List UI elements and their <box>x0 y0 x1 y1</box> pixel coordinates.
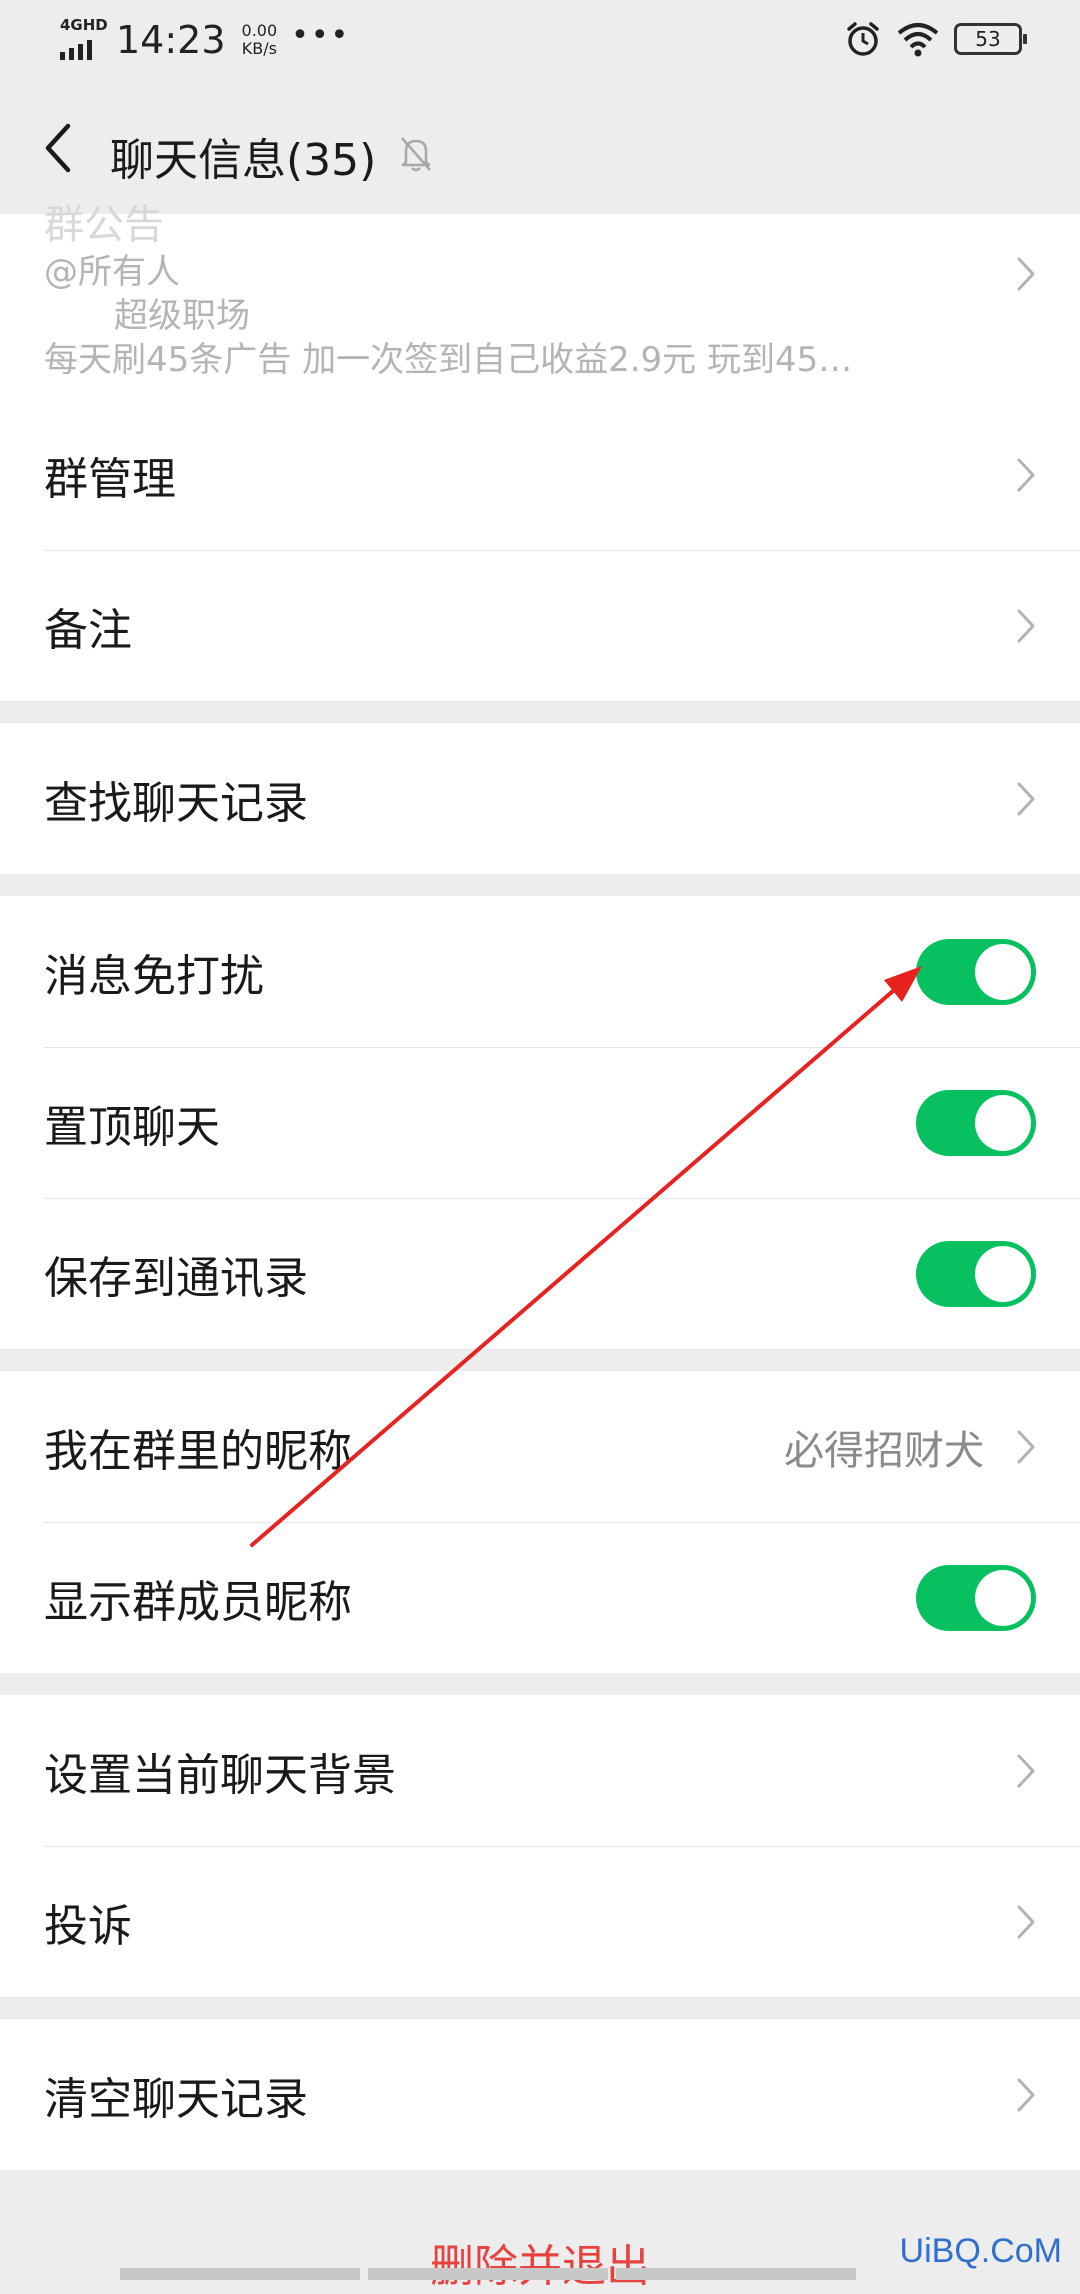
my-nickname-value: 必得招财犬 <box>784 1427 984 1474</box>
section-gap <box>0 1997 1080 2019</box>
group-manage-row[interactable]: 群管理 <box>0 399 1080 550</box>
announcement-line-1: @所有人 <box>44 252 180 292</box>
my-nickname-row[interactable]: 我在群里的昵称 必得招财犬 <box>0 1371 1080 1522</box>
search-section: 查找聊天记录 <box>0 723 1080 874</box>
chevron-right-icon <box>1017 458 1035 491</box>
chevron-right-icon <box>1017 257 1035 291</box>
mute-row: 消息免打扰 <box>0 896 1080 1047</box>
my-nickname-label: 我在群里的昵称 <box>44 1425 352 1477</box>
status-time: 14:23 <box>116 18 226 62</box>
remark-row[interactable]: 备注 <box>0 550 1080 701</box>
clear-history-label: 清空聊天记录 <box>44 2073 308 2125</box>
save-contacts-label: 保存到通讯录 <box>44 1252 308 1304</box>
search-history-label: 查找聊天记录 <box>44 777 308 829</box>
network-type: 4GHD <box>60 16 108 34</box>
misc-section: 设置当前聊天背景 投诉 <box>0 1695 1080 1997</box>
mute-toggle[interactable] <box>916 938 1036 1005</box>
chevron-right-icon <box>1017 1905 1035 1938</box>
chat-background-label: 设置当前聊天背景 <box>44 1749 396 1801</box>
group-announcement-row[interactable]: 群公告 @所有人 超级职场 每天刷45条广告 加一次签到自己收益2.9元 玩到4… <box>0 202 1080 399</box>
mute-bell-icon <box>401 137 431 172</box>
announcement-line-2: 超级职场 <box>114 296 250 336</box>
battery-icon: 53 <box>954 23 1027 55</box>
speed-unit: KB/s <box>241 39 277 58</box>
settings-list: 群公告 @所有人 超级职场 每天刷45条广告 加一次签到自己收益2.9元 玩到4… <box>0 202 1080 2170</box>
clear-history-row[interactable]: 清空聊天记录 <box>0 2019 1080 2170</box>
save-contacts-row: 保存到通讯录 <box>0 1198 1080 1349</box>
alarm-icon <box>847 22 879 56</box>
remark-label: 备注 <box>44 604 132 656</box>
pin-chat-label: 置顶聊天 <box>44 1101 220 1153</box>
search-history-row[interactable]: 查找聊天记录 <box>0 723 1080 874</box>
network-speed: 0.00 KB/s <box>242 22 278 58</box>
show-nicknames-row: 显示群成员昵称 <box>0 1522 1080 1673</box>
speed-value: 0.00 <box>241 21 278 40</box>
chevron-right-icon <box>1017 2078 1035 2111</box>
pin-chat-toggle[interactable] <box>916 1089 1036 1156</box>
page-title: 聊天信息(35) <box>110 135 377 186</box>
announcement-line-3: 每天刷45条广告 加一次签到自己收益2.9元 玩到45… <box>44 340 853 380</box>
complain-label: 投诉 <box>44 1900 132 1952</box>
announcement-title-partial: 群公告 <box>44 202 164 248</box>
clear-section: 清空聊天记录 <box>0 2019 1080 2170</box>
watermark: UiBQ.CoM <box>899 2232 1062 2270</box>
chevron-right-icon <box>1017 1754 1035 1787</box>
save-contacts-toggle[interactable] <box>916 1240 1036 1307</box>
chevron-right-icon <box>1017 609 1035 642</box>
pin-chat-row: 置顶聊天 <box>0 1047 1080 1198</box>
section-gap <box>0 1349 1080 1371</box>
complain-row[interactable]: 投诉 <box>0 1846 1080 1997</box>
signal-icon: 4GHD <box>58 16 108 62</box>
status-bar: 4GHD 14:23 0.00 KB/s ••• 53 <box>0 0 1080 82</box>
show-nicknames-toggle[interactable] <box>916 1564 1036 1631</box>
nickname-section: 我在群里的昵称 必得招财犬 显示群成员昵称 <box>0 1371 1080 1673</box>
bottom-bar <box>120 2268 856 2280</box>
group-manage-label: 群管理 <box>44 453 176 505</box>
chevron-right-icon <box>1017 1430 1035 1463</box>
group-info-section: 群公告 @所有人 超级职场 每天刷45条广告 加一次签到自己收益2.9元 玩到4… <box>0 202 1080 701</box>
more-notifications-icon: ••• <box>291 17 351 53</box>
show-nicknames-label: 显示群成员昵称 <box>44 1576 352 1628</box>
section-gap <box>0 874 1080 896</box>
toggle-section: 消息免打扰 置顶聊天 保存到通讯录 <box>0 896 1080 1349</box>
section-gap <box>0 701 1080 723</box>
chat-background-row[interactable]: 设置当前聊天背景 <box>0 1695 1080 1846</box>
chevron-right-icon <box>1017 782 1035 815</box>
mute-label: 消息免打扰 <box>44 950 264 1002</box>
wifi-icon <box>897 23 939 57</box>
back-icon[interactable] <box>38 122 78 174</box>
section-gap <box>0 1673 1080 1695</box>
